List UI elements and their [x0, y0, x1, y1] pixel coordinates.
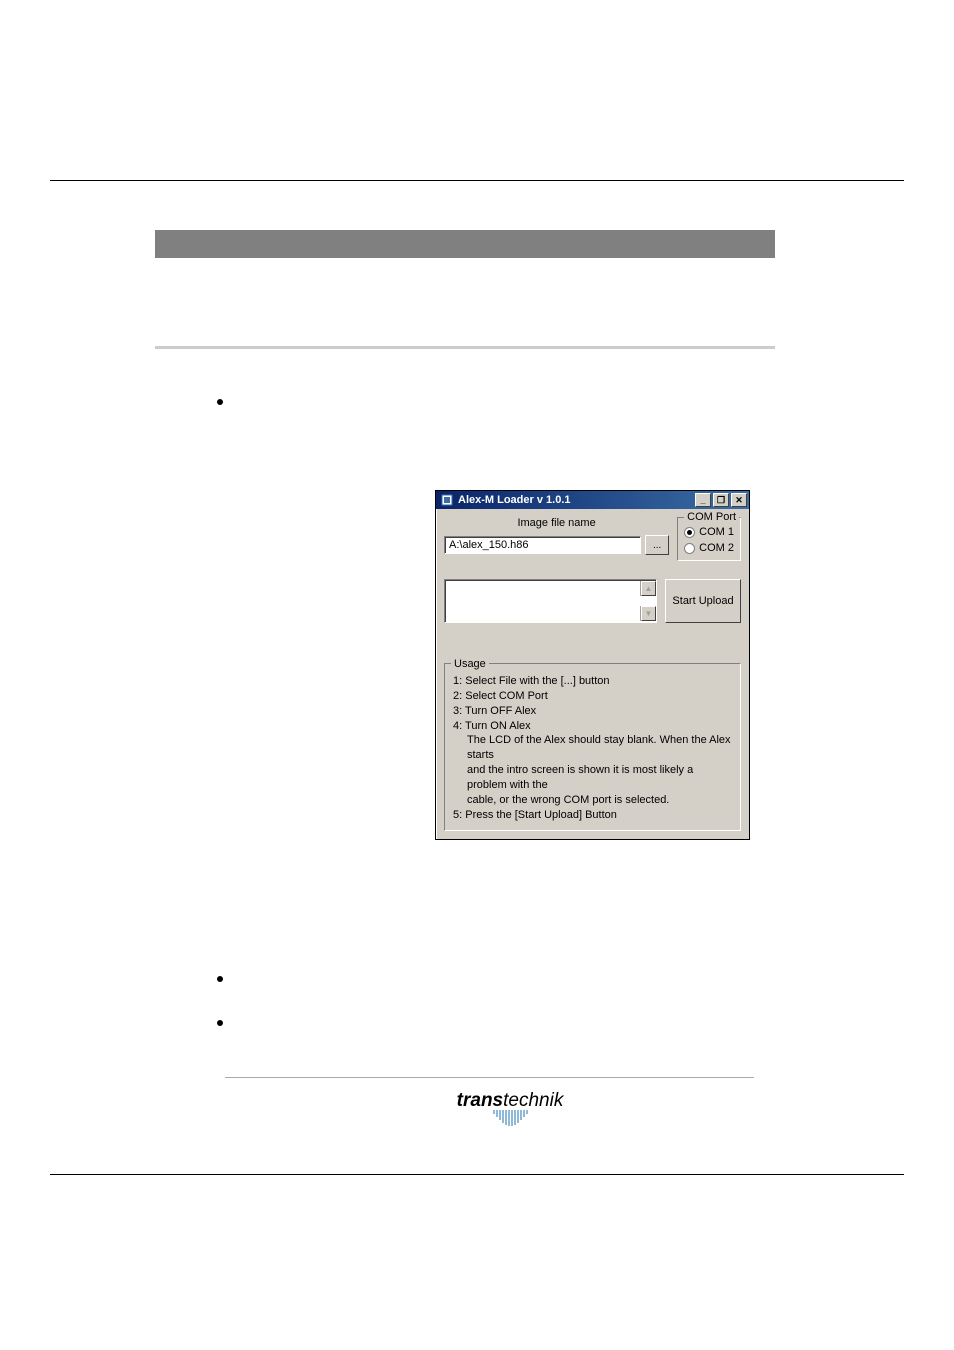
- bullet-dot-icon: [217, 976, 223, 982]
- radio-selected-icon: [684, 527, 695, 538]
- mid-row: ▲ ▼ Start Upload: [444, 579, 741, 623]
- page-bottom-rule: [50, 1174, 904, 1175]
- bullet-item: [217, 970, 239, 986]
- section-rule: [155, 346, 775, 349]
- com-port-group: COM Port COM 1 COM 2: [677, 517, 741, 561]
- radio-unselected-icon: [684, 543, 695, 554]
- app-icon: [440, 493, 454, 507]
- usage-line-1: 1: Select File with the [...] button: [453, 674, 732, 689]
- file-row: ...: [444, 535, 669, 555]
- content-area: [155, 230, 775, 417]
- close-button[interactable]: ✕: [731, 493, 747, 507]
- section-spacer: [155, 282, 775, 302]
- usage-detail-2: and the intro screen is shown it is most…: [467, 763, 732, 793]
- chevron-up-icon: ▲: [641, 581, 656, 596]
- close-icon: ✕: [735, 495, 743, 506]
- com2-option[interactable]: COM 2: [684, 542, 734, 554]
- window-title: Alex-M Loader v 1.0.1: [458, 494, 693, 506]
- heading-bar: [155, 230, 775, 258]
- bullet-text: [235, 1014, 239, 1030]
- maximize-button[interactable]: ❐: [713, 493, 729, 507]
- usage-line-4: 4: Turn ON Alex: [453, 719, 732, 734]
- scroll-up[interactable]: ▲: [640, 581, 655, 596]
- minimize-button[interactable]: _: [695, 493, 711, 507]
- window-body: Image file name ... COM Port COM 1 COM 2: [436, 509, 749, 839]
- usage-detail-1: The LCD of the Alex should stay blank. W…: [467, 733, 732, 763]
- log-output[interactable]: ▲ ▼: [444, 579, 657, 623]
- maximize-icon: ❐: [717, 495, 725, 506]
- usage-detail-3: cable, or the wrong COM port is selected…: [467, 793, 732, 808]
- scroll-down[interactable]: ▼: [640, 606, 655, 621]
- usage-line-2: 2: Select COM Port: [453, 689, 732, 704]
- com1-label: COM 1: [699, 526, 734, 538]
- minimize-icon: _: [700, 495, 705, 505]
- image-file-group: Image file name ...: [444, 517, 669, 555]
- lower-bullets: [217, 970, 239, 1058]
- bullet-text: [235, 393, 239, 409]
- start-upload-button[interactable]: Start Upload: [665, 579, 741, 623]
- logo-text: transtechnik: [445, 1090, 575, 1112]
- com2-label: COM 2: [699, 542, 734, 554]
- bullet-text: [235, 970, 239, 986]
- top-row: Image file name ... COM Port COM 1 COM 2: [444, 517, 741, 561]
- bullet-dot-icon: [217, 399, 223, 405]
- page-top-rule: [50, 180, 904, 181]
- usage-line-3: 3: Turn OFF Alex: [453, 704, 732, 719]
- window-controls: _ ❐ ✕: [693, 493, 747, 507]
- bullet-item: [217, 1014, 239, 1030]
- footer-rule: [225, 1077, 754, 1078]
- usage-line-5: 5: Press the [Start Upload] Button: [453, 808, 732, 823]
- title-bar[interactable]: Alex-M Loader v 1.0.1 _ ❐ ✕: [436, 491, 749, 509]
- bullet-dot-icon: [217, 1020, 223, 1026]
- logo-swoosh-icon: [445, 1110, 575, 1128]
- bullet-item: [217, 393, 775, 409]
- app-window: Alex-M Loader v 1.0.1 _ ❐ ✕ Image file n…: [435, 490, 750, 840]
- browse-label: ...: [653, 540, 661, 551]
- image-file-input[interactable]: [444, 536, 641, 554]
- image-file-label: Image file name: [444, 517, 669, 529]
- com1-option[interactable]: COM 1: [684, 526, 734, 538]
- start-upload-label: Start Upload: [672, 595, 733, 607]
- browse-button[interactable]: ...: [645, 535, 669, 555]
- usage-legend: Usage: [451, 657, 489, 672]
- chevron-down-icon: ▼: [641, 606, 656, 621]
- usage-group: Usage 1: Select File with the [...] butt…: [444, 663, 741, 831]
- com-port-legend: COM Port: [684, 511, 739, 523]
- logo: transtechnik: [445, 1090, 575, 1128]
